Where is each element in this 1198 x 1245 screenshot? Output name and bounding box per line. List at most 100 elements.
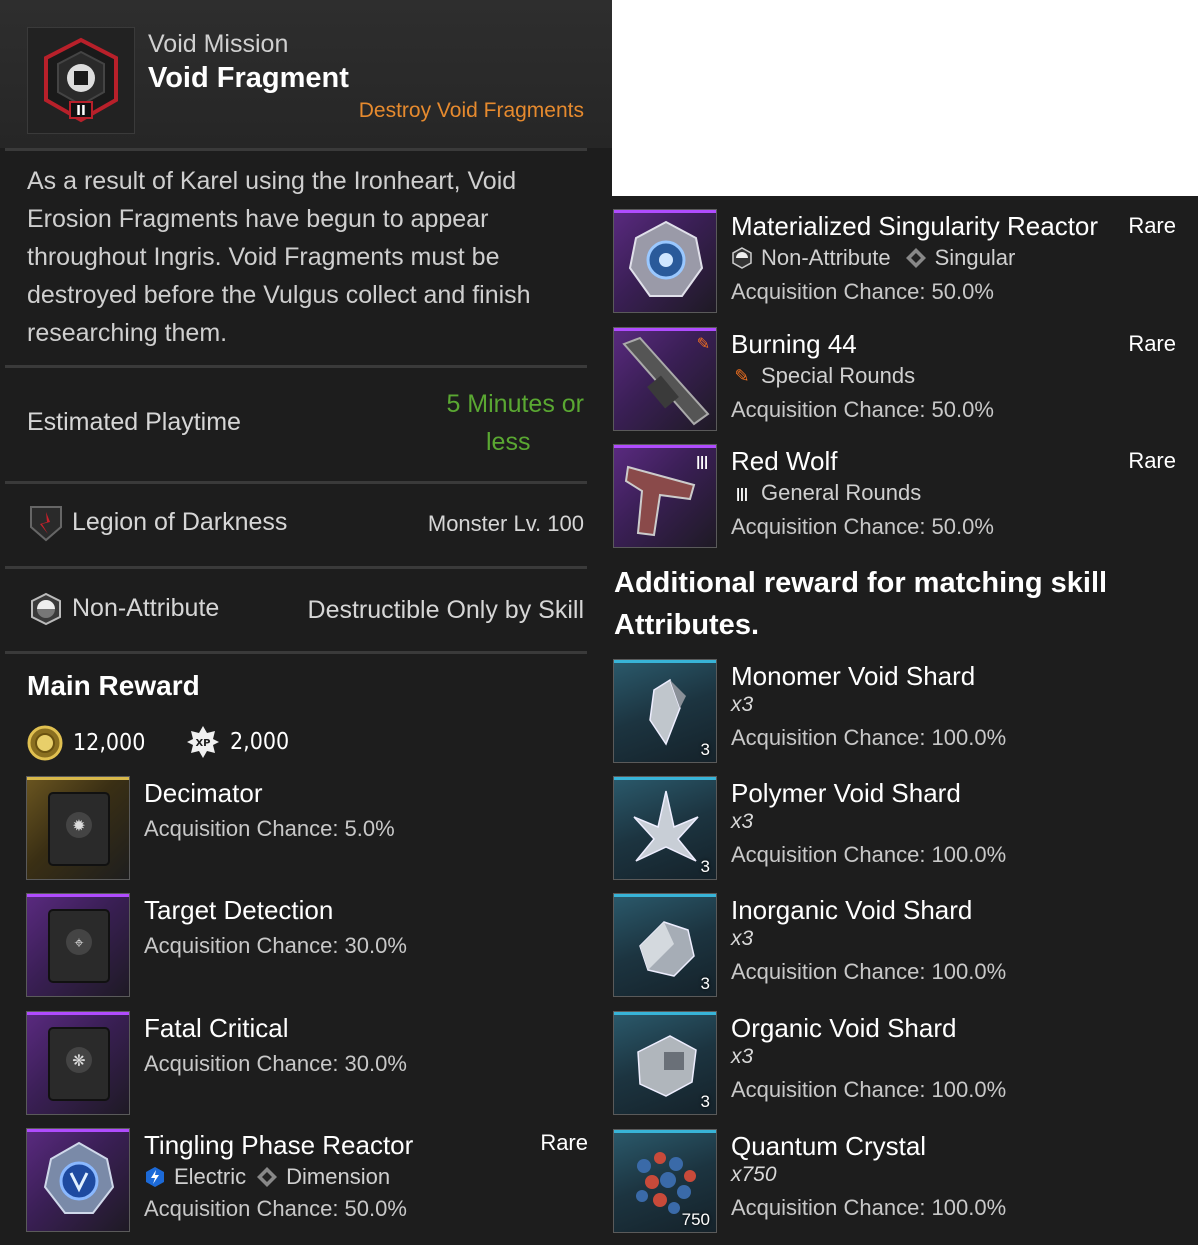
rarity-label: Rare	[1128, 331, 1176, 356]
monster-level: Monster Lv. 100	[427, 511, 584, 536]
reward-item-decimator[interactable]: ✹ Decimator Acquisition Chance: 5.0%	[26, 776, 606, 880]
acquisition-chance: Acquisition Chance: 50.0%	[144, 1196, 407, 1221]
reward-item-materialized-singularity-reactor[interactable]: Materialized Singularity Reactor Rare No…	[613, 209, 1176, 313]
additional-reward-title: Additional reward for matching skill Att…	[614, 567, 1108, 641]
stack-count: 3	[700, 857, 710, 876]
item-attributes: ✎ Special Rounds	[731, 363, 915, 389]
blank-area	[612, 0, 1198, 196]
mission-title: Void Fragment	[148, 62, 349, 94]
non-attribute-icon	[731, 247, 753, 269]
item-quantity: x3	[731, 1045, 754, 1068]
reward-item-burning-44[interactable]: ✎ Burning 44 Rare ✎ Special Rounds Acqui…	[613, 327, 1176, 431]
divider	[5, 148, 587, 151]
reward-item-organic-void-shard[interactable]: 3 Organic Void Shard x3 Acquisition Chan…	[613, 1011, 1176, 1115]
shard-thumbnail: 3	[613, 1011, 717, 1115]
stack-count: 750	[681, 1210, 710, 1229]
acquisition-chance: Acquisition Chance: 30.0%	[144, 933, 407, 958]
svg-text:XP: XP	[195, 738, 210, 749]
attribute-dimension: Dimension	[286, 1164, 391, 1189]
reward-item-target-detection[interactable]: ⌖ Target Detection Acquisition Chance: 3…	[26, 893, 606, 997]
rarity-label: Rare	[1128, 213, 1176, 238]
non-attribute-icon	[29, 592, 63, 626]
mission-objective: Destroy Void Fragments	[358, 99, 584, 122]
xp-icon: XP	[187, 726, 219, 758]
gold-reward: 12,000	[27, 725, 145, 761]
item-name: Decimator	[144, 778, 263, 808]
svg-text:❋: ❋	[72, 1051, 85, 1070]
dimension-icon	[256, 1166, 278, 1188]
singular-icon	[905, 247, 927, 269]
attribute-non-attribute: Non-Attribute	[761, 245, 891, 270]
reward-item-quantum-crystal[interactable]: 750 Quantum Crystal x750 Acquisition Cha…	[613, 1129, 1176, 1233]
main-reward-title: Main Reward	[27, 670, 200, 701]
divider	[5, 651, 587, 654]
playtime-label: Estimated Playtime	[27, 408, 241, 436]
weapon-thumbnail: ✎	[613, 327, 717, 431]
module-thumbnail: ⌖	[26, 893, 130, 997]
reward-item-fatal-critical[interactable]: ❋ Fatal Critical Acquisition Chance: 30.…	[26, 1011, 606, 1115]
mission-description: As a result of Karel using the Ironheart…	[27, 167, 531, 347]
svg-text:II: II	[76, 104, 86, 119]
shard-thumbnail: 3	[613, 893, 717, 997]
xp-amount: 2,000	[230, 729, 290, 755]
electric-icon	[144, 1166, 166, 1188]
module-thumbnail: ✹	[26, 776, 130, 880]
xp-reward: XP 2,000	[186, 725, 289, 759]
item-name: Fatal Critical	[144, 1013, 289, 1043]
svg-text:⌖: ⌖	[74, 933, 83, 952]
item-attributes: ||| General Rounds	[731, 480, 921, 506]
attribute-general-rounds: General Rounds	[761, 480, 922, 505]
destructible-note: Destructible Only by Skill	[307, 596, 584, 624]
reward-item-inorganic-void-shard[interactable]: 3 Inorganic Void Shard x3 Acquisition Ch…	[613, 893, 1176, 997]
reward-item-monomer-void-shard[interactable]: 3 Monomer Void Shard x3 Acquisition Chan…	[613, 659, 1176, 763]
acquisition-chance: Acquisition Chance: 100.0%	[731, 842, 1007, 867]
playtime-value-line1: 5 Minutes or	[446, 390, 584, 418]
item-name: Inorganic Void Shard	[731, 895, 973, 925]
item-attributes: Electric Dimension	[144, 1164, 390, 1190]
reward-item-red-wolf[interactable]: ||| Red Wolf Rare ||| General Rounds Acq…	[613, 444, 1176, 548]
playtime-value-line2: less	[486, 428, 531, 456]
item-name: Monomer Void Shard	[731, 661, 976, 691]
item-name: Materialized Singularity Reactor	[731, 211, 1099, 241]
item-quantity: x3	[731, 810, 754, 833]
divider	[5, 365, 587, 368]
acquisition-chance: Acquisition Chance: 5.0%	[144, 816, 395, 841]
reward-item-polymer-void-shard[interactable]: 3 Polymer Void Shard x3 Acquisition Chan…	[613, 776, 1176, 880]
special-rounds-icon: ✎	[696, 336, 710, 353]
legion-faction-icon	[27, 503, 65, 543]
divider	[5, 566, 587, 569]
attribute-singular: Singular	[934, 245, 1016, 270]
mission-category: Void Mission	[148, 30, 289, 58]
acquisition-chance: Acquisition Chance: 100.0%	[731, 1077, 1007, 1102]
acquisition-chance: Acquisition Chance: 50.0%	[731, 279, 994, 304]
reactor-thumbnail	[26, 1128, 130, 1232]
acquisition-chance: Acquisition Chance: 100.0%	[731, 959, 1007, 984]
acquisition-chance: Acquisition Chance: 100.0%	[731, 1195, 1007, 1220]
attribute-electric: Electric	[174, 1164, 247, 1189]
attribute-name: Non-Attribute	[72, 594, 220, 622]
stack-count: 3	[700, 1092, 710, 1111]
gold-coin-icon	[27, 725, 63, 761]
item-name: Tingling Phase Reactor	[144, 1130, 414, 1160]
crystal-thumbnail: 750	[613, 1129, 717, 1233]
module-thumbnail: ❋	[26, 1011, 130, 1115]
acquisition-chance: Acquisition Chance: 30.0%	[144, 1051, 407, 1076]
item-name: Organic Void Shard	[731, 1013, 957, 1043]
acquisition-chance: Acquisition Chance: 50.0%	[731, 514, 994, 539]
item-name: Burning 44	[731, 329, 857, 359]
stack-count: 3	[700, 974, 710, 993]
svg-text:✹: ✹	[72, 816, 85, 835]
mission-header: II Void Mission Void Fragment Destroy Vo…	[0, 0, 612, 148]
reward-item-tingling-phase-reactor[interactable]: Tingling Phase Reactor Rare Electric Dim…	[26, 1128, 588, 1232]
divider	[5, 481, 587, 484]
item-name: Red Wolf	[731, 446, 838, 476]
reactor-thumbnail	[613, 209, 717, 313]
acquisition-chance: Acquisition Chance: 50.0%	[731, 397, 994, 422]
shard-thumbnail: 3	[613, 776, 717, 880]
special-rounds-icon: ✎	[734, 365, 750, 386]
acquisition-chance: Acquisition Chance: 100.0%	[731, 725, 1007, 750]
stack-count: 3	[700, 740, 710, 759]
item-name: Quantum Crystal	[731, 1131, 927, 1161]
shard-thumbnail: 3	[613, 659, 717, 763]
faction-name: Legion of Darkness	[72, 508, 288, 536]
